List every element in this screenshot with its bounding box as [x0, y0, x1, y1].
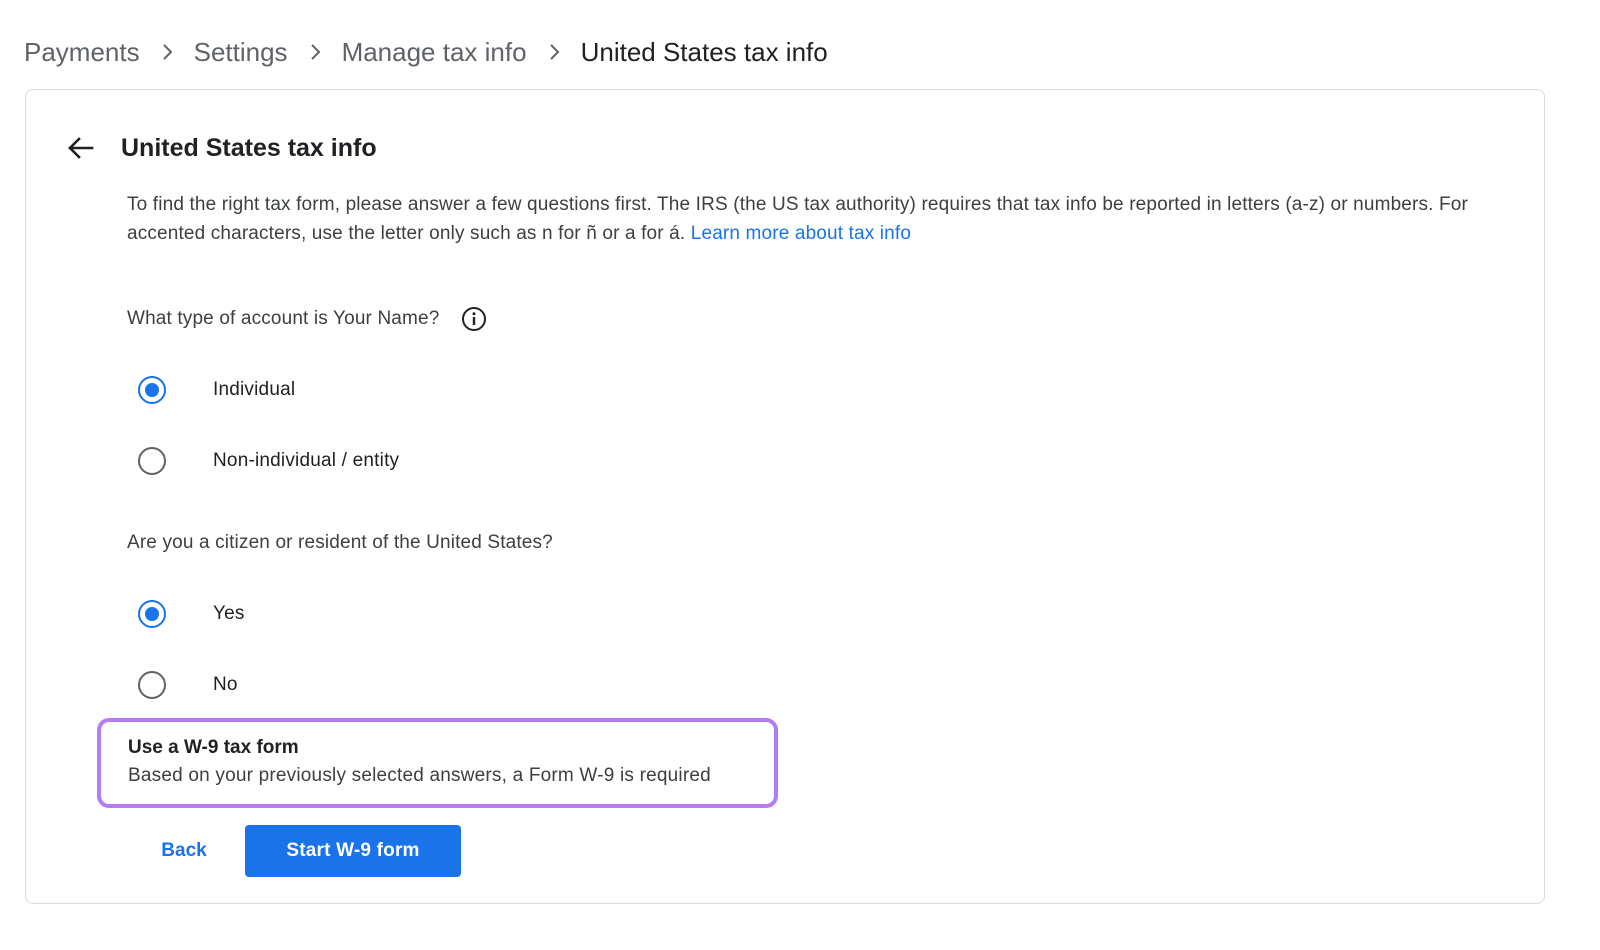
radio-button-selected[interactable]	[138, 376, 166, 404]
question-account-type-text: What type of account is Your Name?	[127, 308, 440, 329]
w9-notice: Use a W-9 tax form Based on your previou…	[97, 718, 778, 808]
question-account-type: What type of account is Your Name?	[127, 304, 489, 334]
learn-more-link[interactable]: Learn more about tax info	[691, 223, 911, 244]
question-us-resident-text: Are you a citizen or resident of the Uni…	[127, 532, 553, 553]
radio-non-individual[interactable]: Non-individual / entity	[138, 441, 399, 481]
breadcrumb: Payments Settings Manage tax info United…	[24, 34, 828, 70]
page-title: United States tax info	[121, 134, 377, 162]
intro-text: To find the right tax form, please answe…	[127, 190, 1497, 248]
question-us-resident: Are you a citizen or resident of the Uni…	[127, 529, 553, 557]
breadcrumb-payments[interactable]: Payments	[24, 37, 140, 68]
chevron-right-icon	[140, 34, 194, 70]
breadcrumb-manage-tax-info[interactable]: Manage tax info	[342, 37, 527, 68]
start-w9-button[interactable]: Start W-9 form	[245, 825, 461, 877]
radio-label: No	[213, 674, 238, 695]
notice-title: Use a W-9 tax form	[128, 737, 299, 758]
radio-no[interactable]: No	[138, 665, 238, 705]
radio-button-selected[interactable]	[138, 600, 166, 628]
radio-button[interactable]	[138, 447, 166, 475]
breadcrumb-settings[interactable]: Settings	[194, 37, 288, 68]
back-button[interactable]: Back	[136, 827, 232, 875]
chevron-right-icon	[527, 34, 581, 70]
tax-info-card: United States tax info To find the right…	[25, 89, 1545, 904]
info-icon[interactable]	[459, 304, 489, 334]
radio-label: Individual	[213, 379, 296, 400]
notice-text: Based on your previously selected answer…	[128, 765, 711, 786]
chevron-right-icon	[288, 34, 342, 70]
radio-individual[interactable]: Individual	[138, 370, 295, 410]
radio-label: Non-individual / entity	[213, 450, 400, 471]
breadcrumb-current: United States tax info	[580, 36, 828, 67]
radio-label: Yes	[213, 603, 245, 624]
arrow-left-icon[interactable]	[62, 130, 98, 166]
radio-yes[interactable]: Yes	[138, 594, 245, 634]
radio-button[interactable]	[138, 671, 166, 699]
